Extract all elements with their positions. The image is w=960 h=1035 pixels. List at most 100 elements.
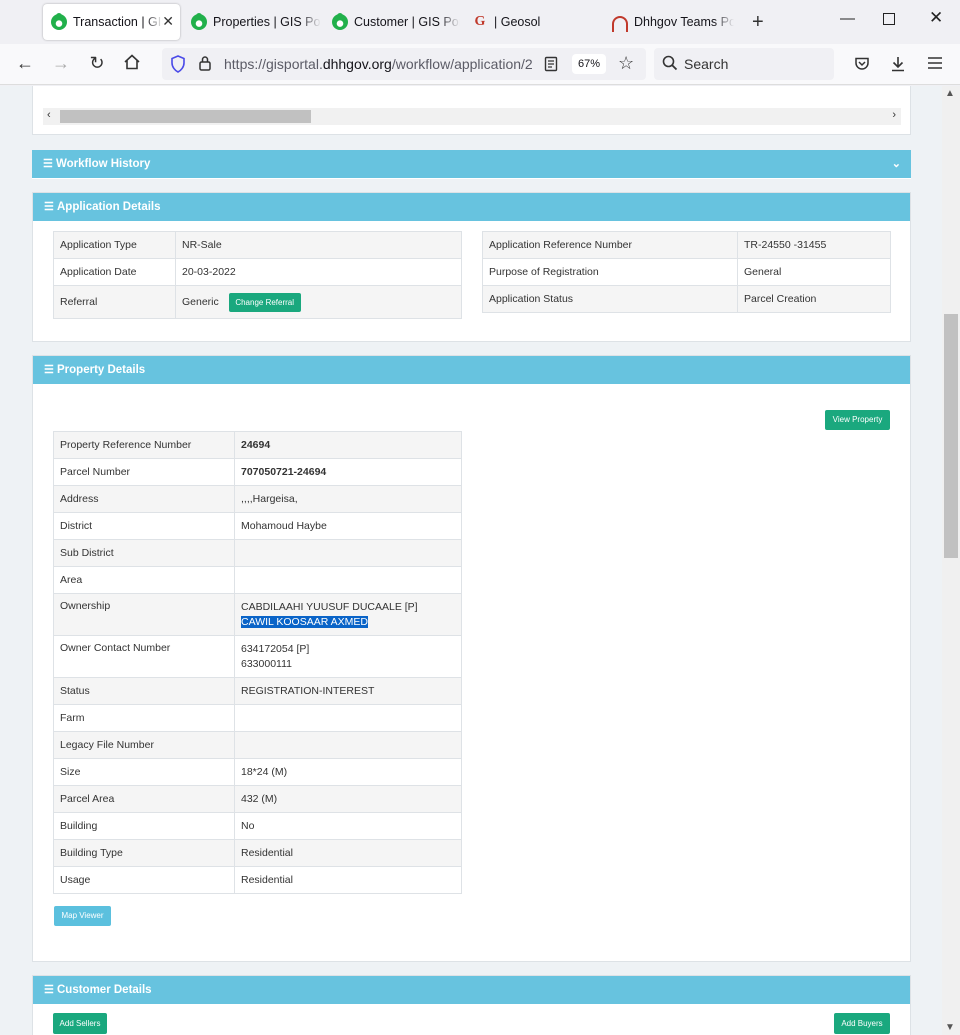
window-close-icon[interactable]: ✕ [929, 8, 943, 28]
tab-label: Dhhgov Teams Portal [634, 15, 734, 29]
maximize-icon[interactable] [883, 13, 895, 25]
tab-label: Transaction | GIS Portal [73, 15, 163, 29]
label-cell: District [53, 512, 235, 540]
geosol-g-icon: G [474, 14, 486, 29]
scrollbar-thumb[interactable] [60, 110, 311, 123]
back-arrow-icon[interactable]: ← [13, 53, 37, 74]
list-icon: ☰ [44, 364, 54, 376]
table-row: Referral Generic Change Referral [53, 285, 462, 319]
scroll-right-icon[interactable]: › [892, 109, 896, 121]
pocket-icon[interactable] [854, 56, 870, 77]
bookmark-star-icon[interactable]: ☆ [618, 53, 634, 74]
table-row: Owner Contact Number 634172054 [P] 63300… [53, 635, 462, 678]
gis-logo-icon [332, 13, 348, 30]
table-row: Application Type NR-Sale [53, 231, 462, 259]
list-icon: ☰ [44, 984, 54, 996]
label-cell: Status [53, 677, 235, 705]
label-cell: Parcel Area [53, 785, 235, 813]
zoom-level[interactable]: 67% [572, 54, 606, 74]
table-row: Building Type Residential [53, 839, 462, 867]
table-row: Sub District [53, 539, 462, 567]
tab-customer[interactable]: Customer | GIS Portal [324, 4, 460, 40]
value-cell: 432 (M) [234, 785, 462, 813]
workflow-history-card[interactable]: ☰ Workflow History ⌄ [32, 150, 911, 179]
value-cell: TR-24550 -31455 [737, 231, 891, 259]
table-row: Usage Residential [53, 866, 462, 894]
referral-value: Generic [182, 295, 219, 308]
view-property-button[interactable]: View Property [825, 410, 890, 430]
value-cell: Mohamoud Haybe [234, 512, 462, 540]
scroll-up-icon[interactable]: ▲ [945, 88, 955, 99]
value-cell: Residential [234, 866, 462, 894]
value-cell: General [737, 258, 891, 286]
horizontal-scrollbar[interactable]: ‹ › [43, 108, 901, 125]
url-bar[interactable]: https://gisportal.dhhgov.org/workflow/ap… [162, 48, 646, 80]
value-cell [234, 704, 462, 732]
page-content: ‹ › ☰ Workflow History ⌄ ☰ Application D… [0, 86, 942, 1035]
reader-view-icon[interactable] [544, 56, 558, 77]
scroll-down-icon[interactable]: ▼ [945, 1022, 955, 1033]
search-icon [662, 55, 678, 76]
tab-teams[interactable]: Dhhgov Teams Portal [604, 4, 742, 40]
value-cell: 20-03-2022 [175, 258, 462, 286]
value-cell: ,,,,Hargeisa, [234, 485, 462, 513]
change-referral-button[interactable]: Change Referral [228, 292, 301, 312]
workflow-history-header[interactable]: ☰ Workflow History ⌄ [32, 150, 911, 178]
label-cell: Ownership [53, 593, 235, 636]
add-sellers-button[interactable]: Add Sellers [53, 1013, 107, 1034]
table-row: Building No [53, 812, 462, 840]
value-cell [234, 731, 462, 759]
scrollbar-thumb[interactable] [944, 314, 958, 558]
application-right-table: Application Reference Number TR-24550 -3… [482, 231, 891, 313]
tab-strip: Transaction | GIS Portal ✕ Properties | … [0, 0, 960, 44]
label-cell: Farm [53, 704, 235, 732]
close-tab-icon[interactable]: ✕ [162, 13, 174, 30]
add-buyers-button[interactable]: Add Buyers [834, 1013, 890, 1034]
forward-arrow-icon[interactable]: → [49, 53, 73, 74]
label-cell: Sub District [53, 539, 235, 567]
menu-hamburger-icon[interactable] [927, 56, 943, 75]
new-tab-icon[interactable]: + [752, 11, 764, 34]
scroll-left-icon[interactable]: ‹ [47, 109, 51, 121]
value-cell: 24694 [234, 431, 462, 459]
table-row: Purpose of Registration General [482, 258, 891, 286]
label-cell: Parcel Number [53, 458, 235, 486]
value-cell: No [234, 812, 462, 840]
label-cell: Purpose of Registration [482, 258, 738, 286]
label-cell: Usage [53, 866, 235, 894]
map-viewer-button[interactable]: Map Viewer [54, 906, 111, 926]
section-title: Workflow History [56, 158, 151, 170]
tab-geosol[interactable]: G | Geosol [464, 4, 600, 40]
tab-properties[interactable]: Properties | GIS Portal [183, 4, 321, 40]
tab-transaction[interactable]: Transaction | GIS Portal ✕ [43, 4, 180, 40]
label-cell: Application Type [53, 231, 176, 259]
label-cell: Property Reference Number [53, 431, 235, 459]
table-row: District Mohamoud Haybe [53, 512, 462, 540]
application-details-header: ☰ Application Details [33, 193, 910, 221]
vertical-scrollbar[interactable]: ▲ ▼ [942, 86, 960, 1035]
shield-icon[interactable] [170, 55, 186, 78]
value-cell: Parcel Creation [737, 285, 891, 313]
home-icon[interactable] [120, 53, 144, 76]
minimize-icon[interactable]: — [840, 10, 855, 27]
tab-label: Properties | GIS Portal [213, 15, 321, 29]
owner-secondary: CAWIL KOOSAAR AXMED [241, 616, 368, 628]
label-cell: Area [53, 566, 235, 594]
table-row: Application Date 20-03-2022 [53, 258, 462, 286]
download-icon[interactable] [890, 55, 906, 78]
label-cell: Application Status [482, 285, 738, 313]
value-cell: REGISTRATION-INTEREST [234, 677, 462, 705]
customer-details-card: ☰ Customer Details Add Sellers Add Buyer… [32, 975, 911, 1035]
top-card: ‹ › [32, 86, 911, 135]
chevron-down-icon[interactable]: ⌄ [892, 150, 901, 178]
label-cell: Legacy File Number [53, 731, 235, 759]
reload-icon[interactable]: ↻ [85, 53, 109, 74]
tab-label: Customer | GIS Portal [354, 15, 460, 29]
search-bar[interactable]: Search [654, 48, 834, 80]
contact-secondary: 633000111 [241, 658, 292, 670]
url-text[interactable]: https://gisportal.dhhgov.org/workflow/ap… [224, 56, 544, 72]
value-cell: 18*24 (M) [234, 758, 462, 786]
teams-arc-icon [612, 16, 628, 32]
list-icon: ☰ [44, 201, 54, 213]
lock-icon[interactable] [198, 55, 212, 77]
